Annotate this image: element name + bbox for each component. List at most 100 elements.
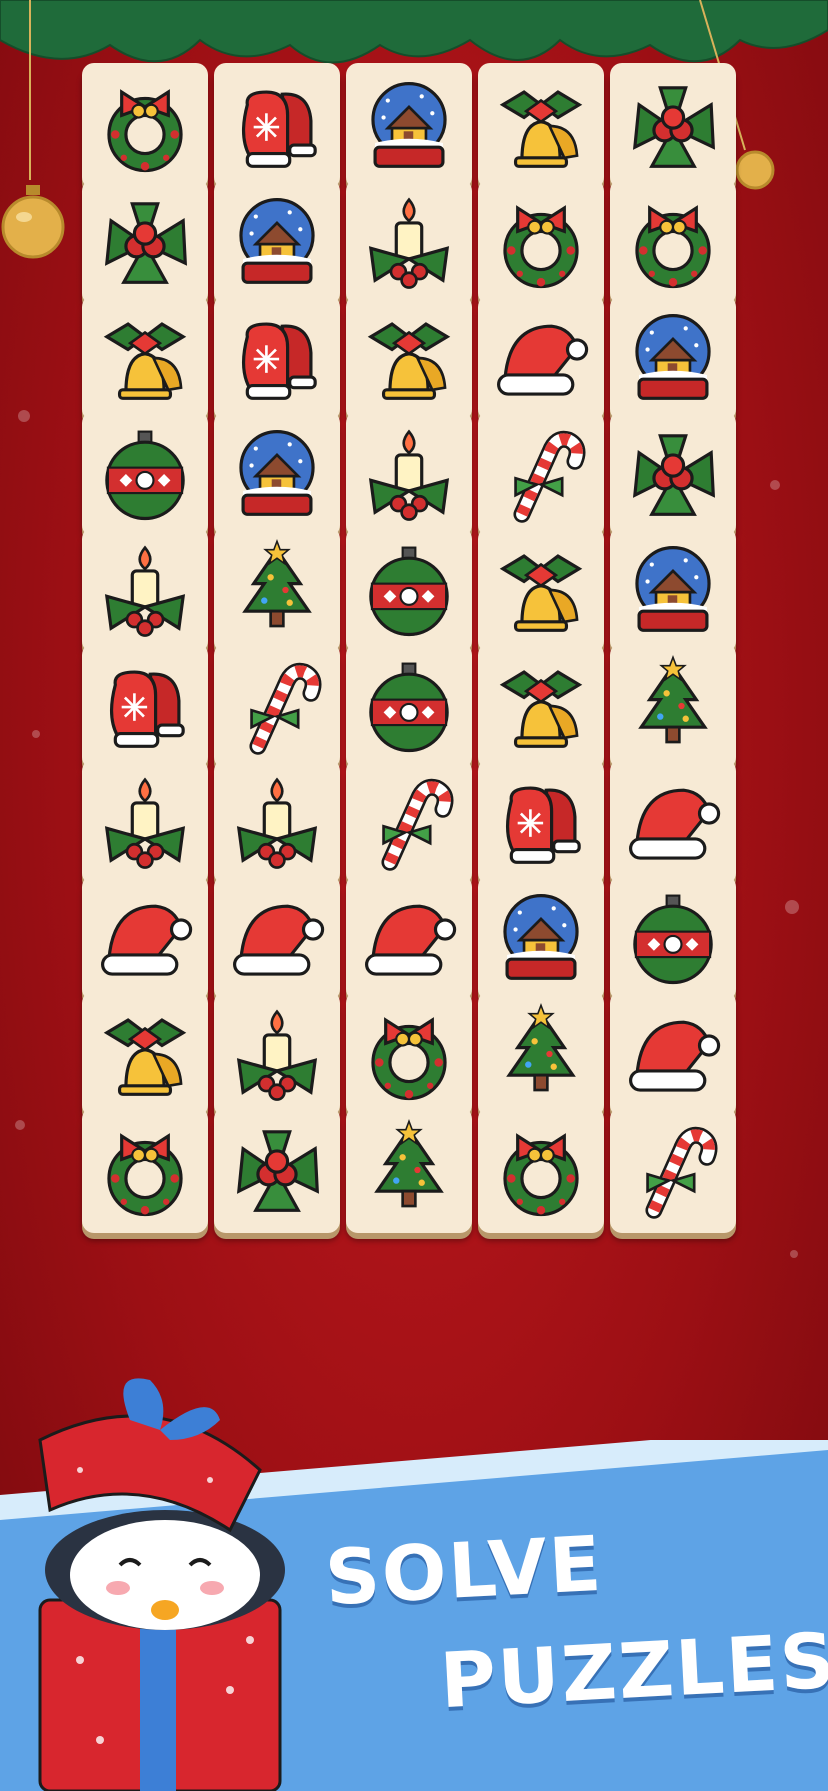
tile-holly[interactable] bbox=[82, 179, 208, 305]
tile-ornament[interactable] bbox=[346, 527, 472, 653]
tile-mittens[interactable] bbox=[214, 295, 340, 421]
tile-ornament[interactable] bbox=[82, 411, 208, 537]
tile-candy-cane[interactable] bbox=[610, 1107, 736, 1233]
tile-candle[interactable] bbox=[346, 179, 472, 305]
bell-icon bbox=[501, 554, 581, 632]
wreath-icon bbox=[107, 1134, 183, 1217]
tile-santa-hat[interactable] bbox=[82, 875, 208, 1001]
tile-bell[interactable] bbox=[478, 527, 604, 653]
ornament-icon bbox=[633, 894, 713, 985]
tile-tree[interactable] bbox=[610, 643, 736, 769]
candle-icon bbox=[237, 1010, 317, 1102]
santa-hat-icon bbox=[233, 904, 325, 976]
tile-wreath[interactable] bbox=[82, 1107, 208, 1233]
tile-santa-hat[interactable] bbox=[610, 991, 736, 1117]
wreath-icon bbox=[635, 206, 711, 289]
gold-bauble-icon bbox=[1, 185, 65, 259]
tile-santa-hat[interactable] bbox=[478, 295, 604, 421]
bell-icon bbox=[369, 322, 449, 400]
mittens-icon bbox=[241, 90, 317, 168]
tile-santa-hat[interactable] bbox=[214, 875, 340, 1001]
mittens-icon bbox=[505, 786, 581, 864]
tile-tree[interactable] bbox=[214, 527, 340, 653]
tile-candle[interactable] bbox=[214, 759, 340, 885]
tile-snow-globe[interactable] bbox=[214, 411, 340, 537]
santa-hat-icon bbox=[497, 324, 589, 396]
snow-particle bbox=[770, 480, 780, 490]
snow-globe-icon bbox=[635, 546, 711, 632]
candle-icon bbox=[369, 198, 449, 290]
tile-snow-globe[interactable] bbox=[214, 179, 340, 305]
santa-hat-icon bbox=[629, 788, 721, 860]
tile-snow-globe[interactable] bbox=[478, 875, 604, 1001]
tile-candle[interactable] bbox=[82, 759, 208, 885]
tile-wreath[interactable] bbox=[346, 991, 472, 1117]
headline-line-1: SOLVE bbox=[322, 1518, 606, 1623]
santa-hat-icon bbox=[101, 904, 193, 976]
ornament-icon bbox=[369, 546, 449, 637]
tile-mittens[interactable] bbox=[82, 643, 208, 769]
candle-icon bbox=[237, 778, 317, 870]
tile-santa-hat[interactable] bbox=[610, 759, 736, 885]
bell-icon bbox=[501, 90, 581, 168]
tile-wreath[interactable] bbox=[478, 1107, 604, 1233]
tile-wreath[interactable] bbox=[82, 63, 208, 189]
tile-mittens[interactable] bbox=[214, 63, 340, 189]
snow-globe-icon bbox=[503, 894, 579, 980]
candy-cane-icon bbox=[620, 1117, 726, 1223]
snow-particle bbox=[15, 1120, 25, 1130]
snow-particle bbox=[18, 410, 30, 422]
wreath-icon bbox=[503, 206, 579, 289]
mittens-icon bbox=[109, 670, 185, 748]
tree-icon bbox=[639, 655, 707, 744]
tile-grid bbox=[82, 63, 742, 1391]
tile-candy-cane[interactable] bbox=[214, 643, 340, 769]
tile-bell[interactable] bbox=[82, 991, 208, 1117]
mittens-icon bbox=[241, 322, 317, 400]
tile-candy-cane[interactable] bbox=[478, 411, 604, 537]
tile-bell[interactable] bbox=[346, 295, 472, 421]
candle-icon bbox=[105, 546, 185, 638]
tile-bell[interactable] bbox=[82, 295, 208, 421]
tile-ornament[interactable] bbox=[346, 643, 472, 769]
santa-hat-icon bbox=[629, 1020, 721, 1092]
candy-cane-icon bbox=[356, 769, 462, 875]
tile-wreath[interactable] bbox=[478, 179, 604, 305]
tile-holly[interactable] bbox=[610, 63, 736, 189]
tile-snow-globe[interactable] bbox=[610, 527, 736, 653]
tree-icon bbox=[375, 1119, 443, 1208]
tile-bell[interactable] bbox=[478, 63, 604, 189]
holly-icon bbox=[633, 434, 715, 516]
tile-snow-globe[interactable] bbox=[346, 63, 472, 189]
tile-holly[interactable] bbox=[610, 411, 736, 537]
bell-icon bbox=[105, 322, 185, 400]
wreath-icon bbox=[503, 1134, 579, 1217]
holly-icon bbox=[105, 202, 187, 284]
tile-candy-cane[interactable] bbox=[346, 759, 472, 885]
santa-hat-icon bbox=[365, 904, 457, 976]
snow-particle bbox=[32, 730, 40, 738]
ornament-icon bbox=[369, 662, 449, 753]
tile-candle[interactable] bbox=[346, 411, 472, 537]
tile-santa-hat[interactable] bbox=[346, 875, 472, 1001]
penguin-gift-mascot bbox=[38, 1378, 285, 1791]
tile-snow-globe[interactable] bbox=[610, 295, 736, 421]
tile-wreath[interactable] bbox=[610, 179, 736, 305]
tile-tree[interactable] bbox=[478, 991, 604, 1117]
holly-icon bbox=[237, 1130, 319, 1212]
snow-globe-icon bbox=[239, 430, 315, 516]
snow-particle bbox=[790, 1250, 798, 1258]
ornament-icon bbox=[105, 430, 185, 521]
tile-candle[interactable] bbox=[82, 527, 208, 653]
snow-globe-icon bbox=[371, 82, 447, 168]
tile-holly[interactable] bbox=[214, 1107, 340, 1233]
tile-candle[interactable] bbox=[214, 991, 340, 1117]
snow-globe-icon bbox=[635, 314, 711, 400]
tile-ornament[interactable] bbox=[610, 875, 736, 1001]
tile-bell[interactable] bbox=[478, 643, 604, 769]
tile-tree[interactable] bbox=[346, 1107, 472, 1233]
holly-icon bbox=[633, 86, 715, 168]
candy-cane-icon bbox=[488, 421, 594, 527]
candle-icon bbox=[105, 778, 185, 870]
tile-mittens[interactable] bbox=[478, 759, 604, 885]
